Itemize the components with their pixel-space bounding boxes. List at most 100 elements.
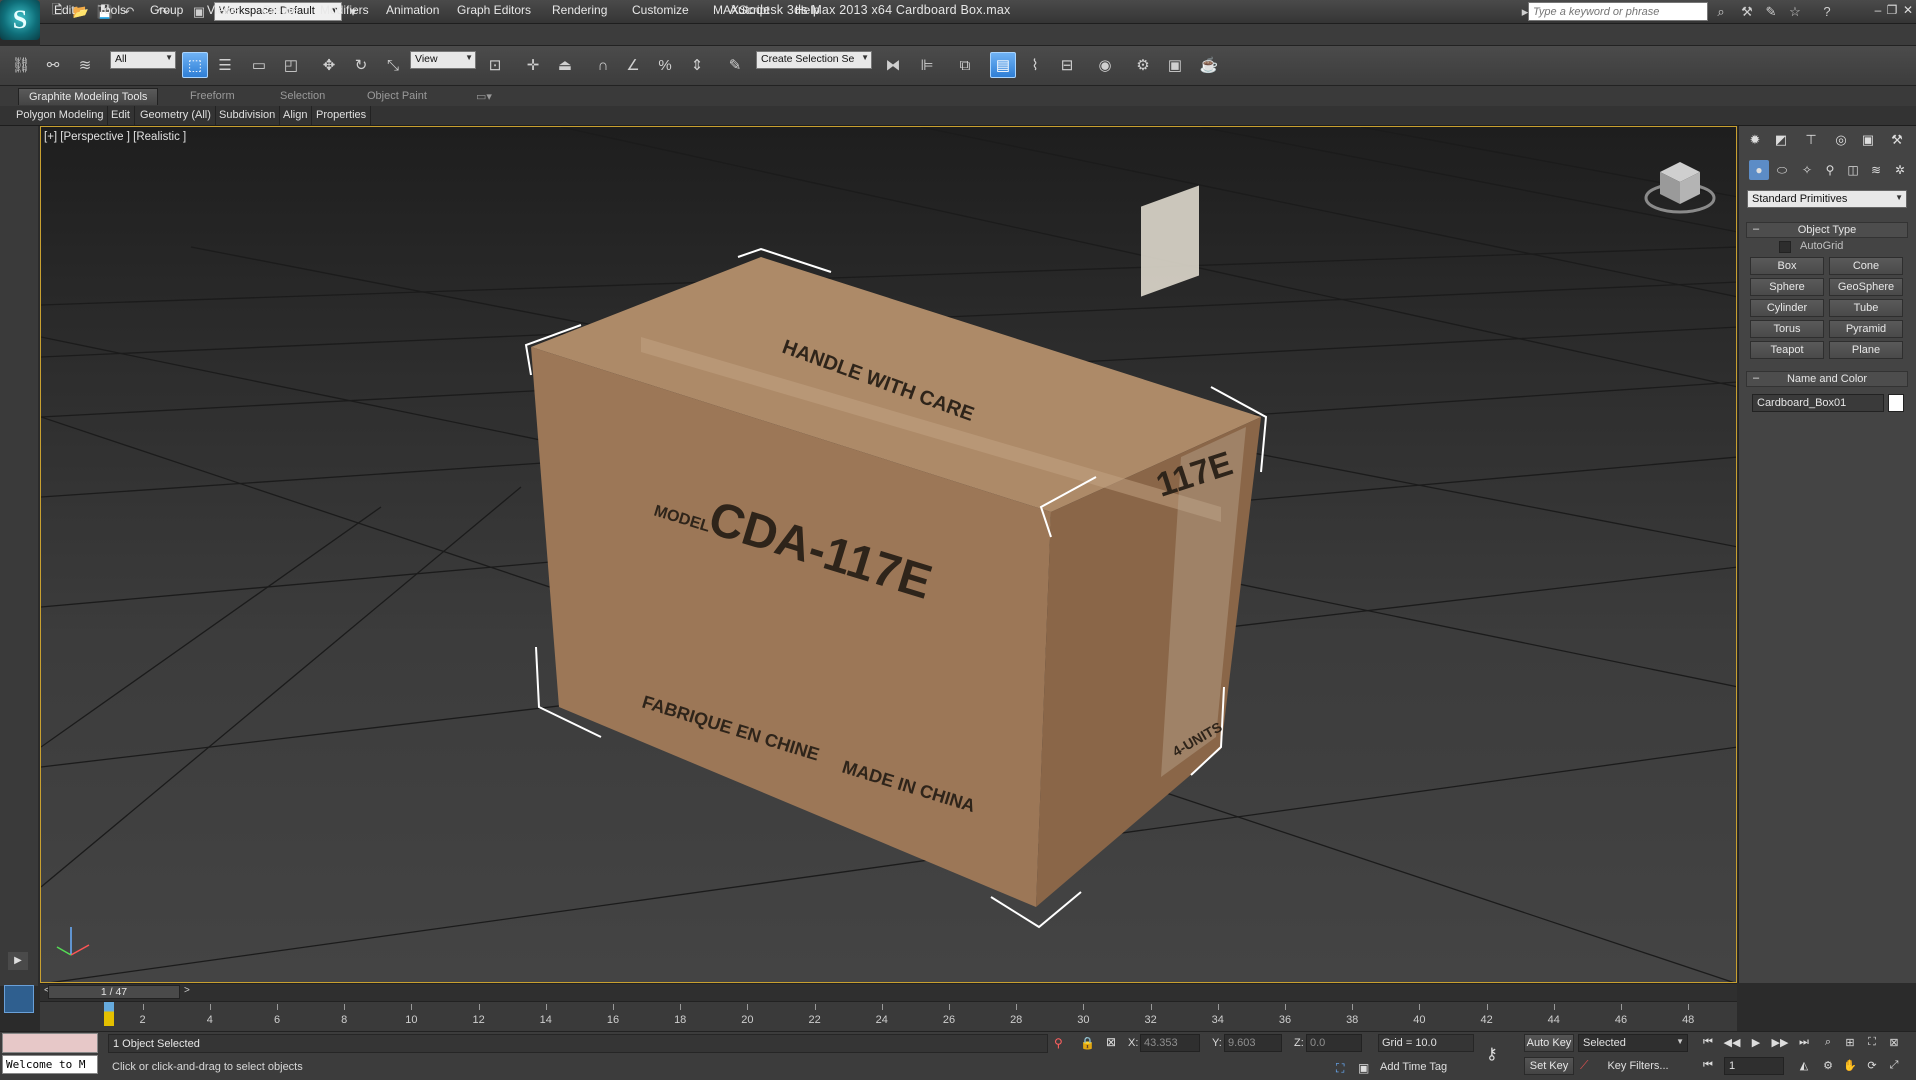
z-coordinate-field[interactable]: 0.0 xyxy=(1306,1034,1362,1052)
x-coordinate-field[interactable]: 43.353 xyxy=(1140,1034,1200,1052)
auto-key-button[interactable]: Auto Key xyxy=(1524,1034,1574,1052)
hierarchy-tab-icon[interactable]: ⊤ xyxy=(1800,130,1822,150)
systems-icon[interactable]: ✲ xyxy=(1890,160,1910,180)
menu-modifiers[interactable]: Modifiers xyxy=(320,3,369,17)
name-and-color-rollout[interactable]: – Name and Color xyxy=(1746,371,1908,387)
adaptive-degradation-icon[interactable]: ⛶ xyxy=(1336,1061,1344,1076)
box-button[interactable]: Box xyxy=(1750,257,1824,275)
key-filters-button[interactable]: Key Filters... xyxy=(1588,1058,1688,1076)
panel-polygon-modeling[interactable]: Polygon Modeling xyxy=(12,106,109,125)
menu-tools[interactable]: Tools xyxy=(98,3,126,17)
time-slider-thumb[interactable]: 1 / 47 xyxy=(48,985,180,999)
current-frame-field[interactable]: 1 xyxy=(1724,1057,1784,1075)
pivot-center-icon[interactable]: ⊡ xyxy=(482,52,508,78)
percent-snap-icon[interactable]: % xyxy=(652,52,678,78)
sphere-button[interactable]: Sphere xyxy=(1750,278,1824,296)
geosphere-button[interactable]: GeoSphere xyxy=(1829,278,1903,296)
panel-align[interactable]: Align xyxy=(279,106,313,125)
primitive-category-dropdown[interactable]: Standard Primitives ▼ xyxy=(1747,190,1907,208)
absolute-mode-icon[interactable]: ⊠ xyxy=(1106,1035,1116,1049)
zoom-extents-icon[interactable]: ⛶ xyxy=(1862,1034,1882,1052)
motion-tab-icon[interactable]: ◎ xyxy=(1830,130,1852,150)
edit-named-selection-icon[interactable]: ✎ xyxy=(722,52,748,78)
menu-group[interactable]: Group xyxy=(150,3,183,17)
close-icon[interactable]: ✕ xyxy=(1898,3,1916,21)
align-icon[interactable]: ⊫ xyxy=(914,52,940,78)
add-time-tag[interactable]: Add Time Tag xyxy=(1380,1061,1447,1073)
panel-properties[interactable]: Properties xyxy=(312,106,372,125)
viewport-perspective[interactable]: HANDLE WITH CARE MODEL CDA-117E FABRIQUE… xyxy=(40,126,1737,983)
selection-filter-dropdown[interactable]: All ▼ xyxy=(110,51,176,69)
help-icon[interactable]: ? xyxy=(1818,3,1836,20)
menu-create[interactable]: Create xyxy=(262,3,298,17)
menu-customize[interactable]: Customize xyxy=(632,3,689,17)
key-mode-icon[interactable]: ⏮ xyxy=(1698,1057,1718,1075)
rendered-frame-window-icon[interactable]: ▣ xyxy=(1162,52,1188,78)
y-coordinate-field[interactable]: 9.603 xyxy=(1224,1034,1282,1052)
maximize-viewport-icon[interactable]: ⤢ xyxy=(1884,1057,1904,1075)
shapes-icon[interactable]: ⬭ xyxy=(1772,160,1792,180)
zoom-extents-all-icon[interactable]: ⊠ xyxy=(1884,1034,1904,1052)
window-crossing-icon[interactable]: ◰ xyxy=(278,52,304,78)
viewport-label[interactable]: [+] [Perspective ] [Realistic ] xyxy=(44,131,186,143)
mirror-icon[interactable]: ⧓ xyxy=(880,52,906,78)
select-move-icon[interactable]: ✥ xyxy=(316,52,342,78)
render-teapot-icon[interactable]: ☕ xyxy=(1196,52,1222,78)
pan-view-icon[interactable]: ✋ xyxy=(1840,1057,1860,1075)
render-setup-icon[interactable]: ⚙ xyxy=(1130,52,1156,78)
go-to-start-icon[interactable]: ⏮ xyxy=(1698,1034,1718,1052)
object-type-rollout[interactable]: – Object Type xyxy=(1746,222,1908,238)
set-key-button[interactable]: Set Key xyxy=(1524,1057,1574,1075)
maxscript-listener-input[interactable]: Welcome to M xyxy=(2,1055,98,1074)
previous-frame-icon[interactable]: ◀◀ xyxy=(1722,1034,1742,1052)
panel-geometry-all[interactable]: Geometry (All) xyxy=(136,106,216,125)
favorites-star-icon[interactable]: ☆ xyxy=(1786,3,1804,20)
next-frame-icon[interactable]: ▶▶ xyxy=(1770,1034,1790,1052)
project-folder-icon[interactable]: ▣ xyxy=(190,3,208,20)
select-rotate-icon[interactable]: ↻ xyxy=(348,52,374,78)
autogrid-checkbox[interactable] xyxy=(1779,241,1791,253)
link-icon[interactable]: ⛓ xyxy=(8,52,34,78)
teapot-button[interactable]: Teapot xyxy=(1750,341,1824,359)
unlink-icon[interactable]: ⚯ xyxy=(40,52,66,78)
torus-button[interactable]: Torus xyxy=(1750,320,1824,338)
time-next-button[interactable]: > xyxy=(184,985,190,996)
tab-freeform[interactable]: Freeform xyxy=(180,88,245,105)
select-scale-icon[interactable]: ⤡ xyxy=(380,52,406,78)
menu-maxscript[interactable]: MAXScript xyxy=(713,3,770,17)
rectangular-selection-icon[interactable]: ▭ xyxy=(246,52,272,78)
named-selection-dropdown[interactable]: Create Selection Se ▼ xyxy=(756,51,872,69)
display-tab-icon[interactable]: ▣ xyxy=(1857,130,1879,150)
curve-editor-icon[interactable]: ⌇ xyxy=(1022,52,1048,78)
helpers-icon[interactable]: ◫ xyxy=(1843,160,1863,180)
field-of-view-icon[interactable]: ◭ xyxy=(1794,1057,1814,1075)
tab-selection[interactable]: Selection xyxy=(270,88,335,105)
expand-layout-icon[interactable]: ▶ xyxy=(8,952,28,970)
select-manipulate-icon[interactable]: ✛ xyxy=(520,52,546,78)
menu-animation[interactable]: Animation xyxy=(386,3,439,17)
viewcube-icon[interactable] xyxy=(1640,152,1720,220)
keyboard-shortcut-override-icon[interactable]: ⏏ xyxy=(552,52,578,78)
spinner-snap-icon[interactable]: ⇕ xyxy=(684,52,710,78)
binoculars-icon[interactable]: ⌕ xyxy=(1712,3,1730,20)
key-selection-dropdown[interactable]: Selected ▼ xyxy=(1578,1034,1688,1052)
subscription-icon[interactable]: ⚒ xyxy=(1738,3,1756,20)
mini-curve-editor-icon[interactable] xyxy=(4,985,34,1013)
object-color-swatch[interactable] xyxy=(1888,394,1904,412)
isolate-selection-icon[interactable]: ⚲ xyxy=(1054,1036,1063,1050)
time-tag-icon[interactable]: ▣ xyxy=(1358,1061,1369,1075)
menu-edit[interactable]: Edit xyxy=(54,3,75,17)
time-configuration-icon[interactable]: ⚙ xyxy=(1818,1057,1838,1075)
layer-manager-icon[interactable]: ⧉ xyxy=(952,52,978,78)
graphite-toggle-icon[interactable]: ▤ xyxy=(990,52,1016,78)
communication-icon[interactable]: ✎ xyxy=(1762,3,1780,20)
cylinder-button[interactable]: Cylinder xyxy=(1750,299,1824,317)
panel-edit[interactable]: Edit xyxy=(107,106,135,125)
tab-graphite-modeling-tools[interactable]: Graphite Modeling Tools xyxy=(18,88,159,105)
cone-button[interactable]: Cone xyxy=(1829,257,1903,275)
bind-space-warp-icon[interactable]: ≋ xyxy=(72,52,98,78)
pyramid-button[interactable]: Pyramid xyxy=(1829,320,1903,338)
zoom-icon[interactable]: ⌕ xyxy=(1818,1034,1838,1052)
select-object-icon[interactable]: ⬚ xyxy=(182,52,208,78)
current-time-marker[interactable] xyxy=(104,1002,114,1026)
